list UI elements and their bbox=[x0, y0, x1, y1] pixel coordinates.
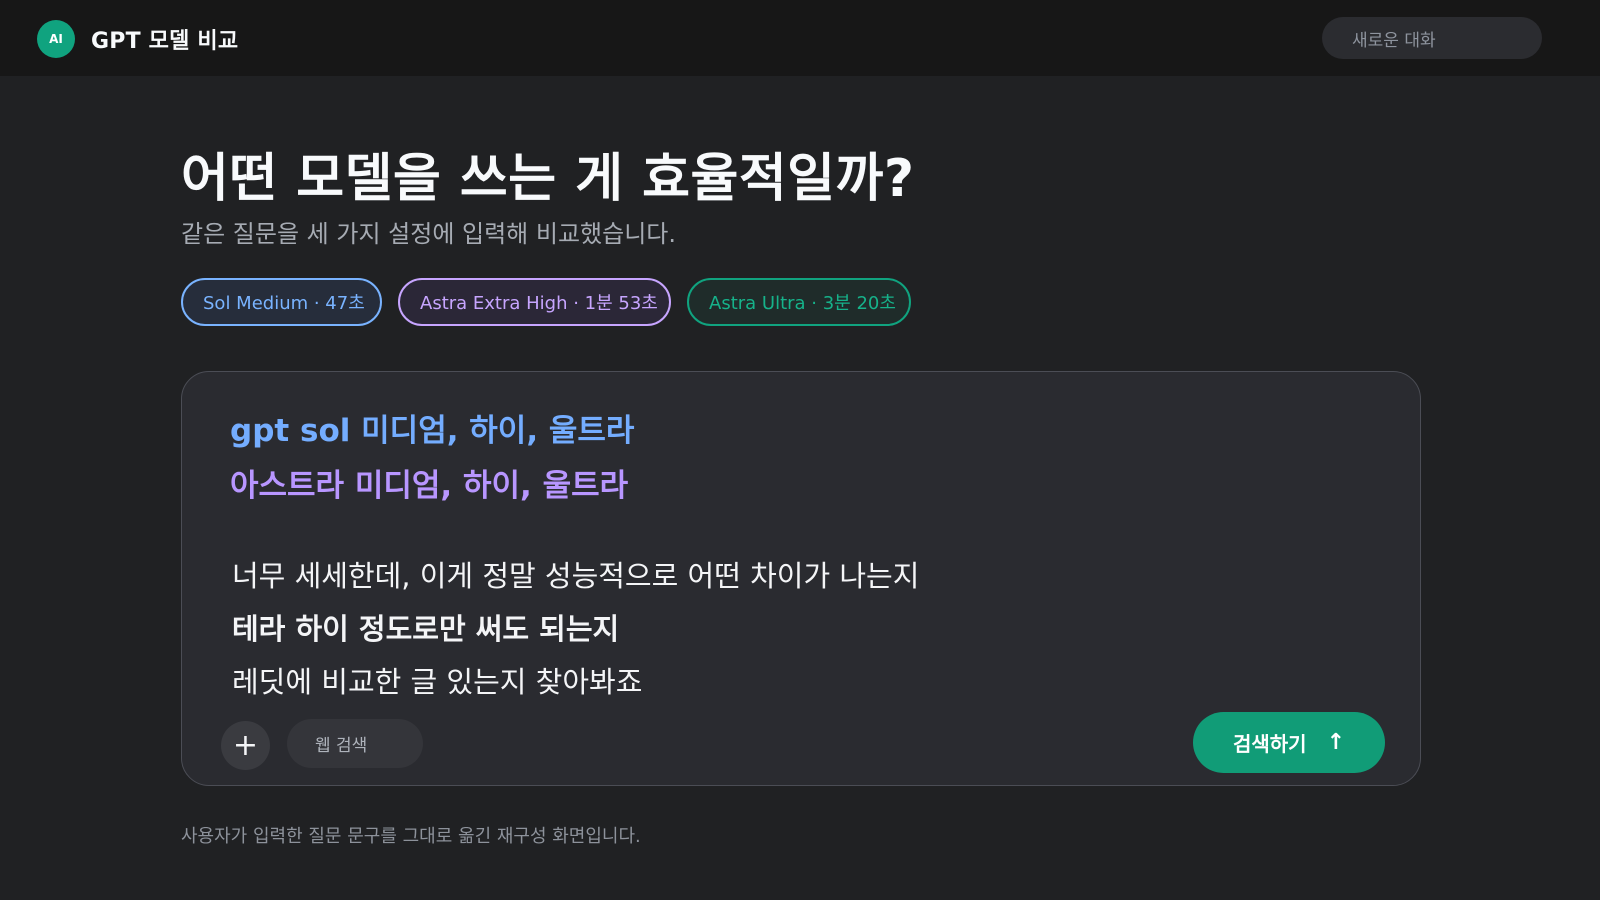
page-subtitle: 같은 질문을 세 가지 설정에 입력해 비교했습니다. bbox=[181, 220, 677, 248]
add-attachment-button[interactable]: + bbox=[221, 721, 270, 770]
astra-model-list: 아스트라 미디엄, 하이, 울트라 bbox=[230, 468, 629, 504]
page-title: 어떤 모델을 쓰는 게 효율적일까? bbox=[181, 149, 915, 209]
question-line-3: 레딧에 비교한 글 있는지 찾아봐죠 bbox=[232, 665, 643, 699]
model-pill-list: Sol Medium · 47초 Astra Extra High · 1분 5… bbox=[181, 278, 927, 326]
arrow-up-icon: ↑ bbox=[1326, 729, 1346, 755]
model-pill-sol-medium[interactable]: Sol Medium · 47초 bbox=[181, 278, 382, 326]
prompt-composer[interactable]: gpt sol 미디엄, 하이, 울트라 아스트라 미디엄, 하이, 울트라 너… bbox=[181, 371, 1421, 786]
web-search-button[interactable]: 웹 검색 bbox=[287, 719, 423, 768]
question-line-2: 테라 하이 정도로만 써도 되는지 bbox=[232, 612, 620, 646]
model-pill-astra-ultra[interactable]: Astra Ultra · 3분 20초 bbox=[687, 278, 911, 326]
ai-logo-icon: AI bbox=[37, 20, 75, 58]
sol-model-list: gpt sol 미디엄, 하이, 울트라 bbox=[230, 413, 635, 449]
search-submit-button[interactable]: 검색하기 ↑ bbox=[1193, 712, 1385, 773]
question-line-1: 너무 세세한데, 이게 정말 성능적으로 어떤 차이가 나는지 bbox=[232, 559, 920, 593]
top-bar: AI GPT 모델 비교 새로운 대화 bbox=[0, 0, 1600, 76]
search-submit-label: 검색하기 bbox=[1232, 732, 1307, 756]
brand: AI GPT 모델 비교 bbox=[37, 20, 238, 58]
model-pill-astra-extra-high[interactable]: Astra Extra High · 1분 53초 bbox=[398, 278, 671, 326]
footer-note: 사용자가 입력한 질문 문구를 그대로 옮긴 재구성 화면입니다. bbox=[181, 826, 641, 847]
new-chat-button[interactable]: 새로운 대화 bbox=[1322, 17, 1542, 59]
app-title: GPT 모델 비교 bbox=[91, 29, 239, 54]
